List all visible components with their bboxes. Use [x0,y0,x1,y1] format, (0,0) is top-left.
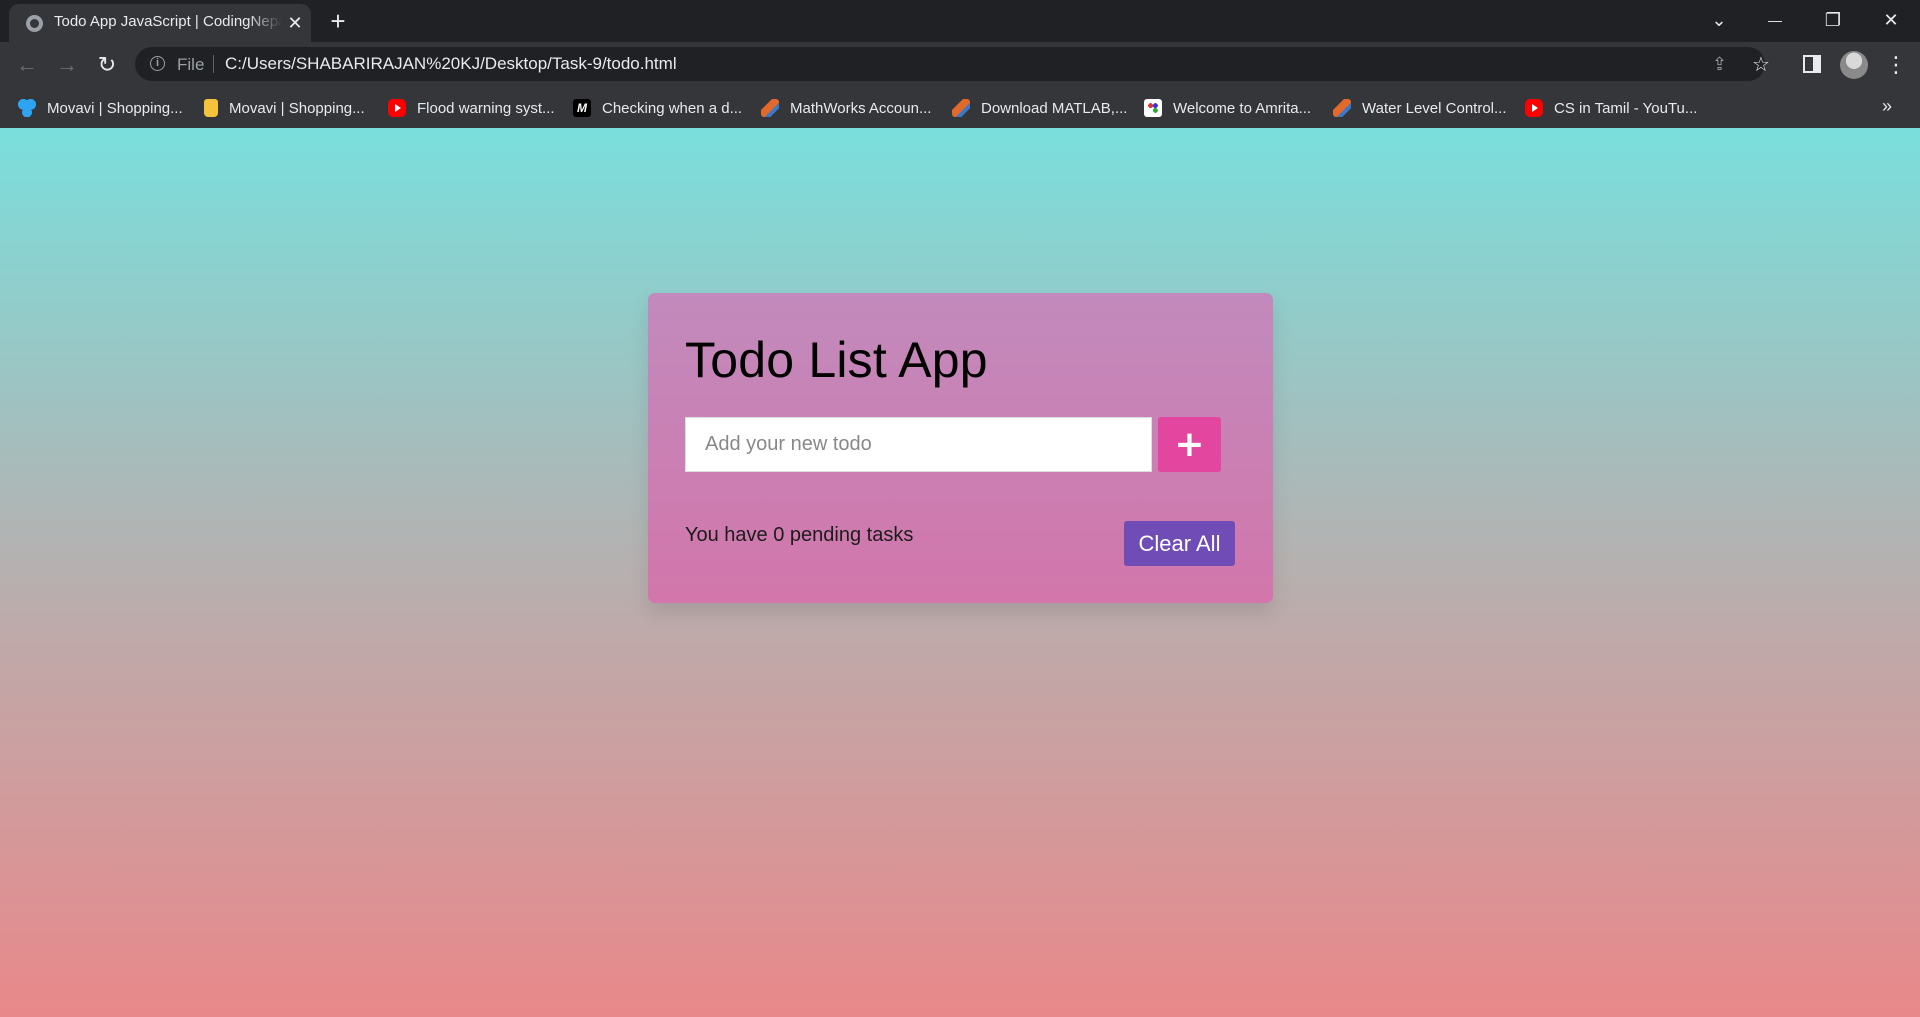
restore-button[interactable]: ❐ [1810,4,1856,36]
lock-icon [204,99,218,117]
profile-avatar[interactable] [1840,51,1868,79]
movavi-icon [18,99,36,117]
bookmark-item[interactable]: CS in Tamil - YouTu... [1525,96,1697,120]
browser-menu-icon[interactable]: ⋮ [1885,50,1907,80]
page-background: Todo List App + You have 0 pending tasks… [0,128,1920,1017]
matlab-icon [952,99,970,117]
minimize-button[interactable]: — [1752,4,1798,36]
bookmark-star-icon[interactable]: ☆ [1752,52,1770,77]
bookmark-label: CS in Tamil - YouTu... [1554,99,1698,117]
site-info-icon[interactable]: i [150,56,165,71]
youtube-icon [388,99,406,117]
back-button[interactable]: ← [12,50,42,80]
tab-title: Todo App JavaScript | CodingNepal [54,13,282,30]
close-window-button[interactable]: ✕ [1868,4,1914,36]
bookmark-label: Flood warning syst... [417,99,555,117]
reload-button[interactable]: ↻ [92,50,122,80]
bookmark-item[interactable]: Movavi | Shopping... [204,96,365,120]
tab-strip: Todo App JavaScript | CodingNepal ✕ + ⌄ … [0,0,1920,42]
bookmark-item[interactable]: M Checking when a d... [573,96,742,120]
browser-tab[interactable]: Todo App JavaScript | CodingNepal ✕ [9,4,311,42]
more-bookmarks-icon[interactable]: » [1882,96,1892,117]
bookmark-item[interactable]: Welcome to Amrita... [1144,96,1311,120]
app-title: Todo List App [685,332,988,388]
share-icon[interactable]: ⇪ [1712,54,1727,75]
bookmark-label: Checking when a d... [602,99,743,117]
bookmark-label: Movavi | Shopping... [229,99,365,117]
amrita-icon [1144,99,1162,117]
matlab-icon [761,99,779,117]
bookmark-label: Movavi | Shopping... [47,99,183,117]
address-divider [213,55,214,73]
new-tab-button[interactable]: + [325,8,351,34]
pending-tasks-text: You have 0 pending tasks [685,524,914,546]
add-todo-button[interactable]: + [1158,417,1221,472]
bookmark-item[interactable]: Water Level Control... [1333,96,1507,120]
bookmark-label: Download MATLAB,... [981,99,1128,117]
url-text[interactable]: C:/Users/SHABARIRAJAN%20KJ/Desktop/Task-… [225,54,677,74]
bookmarks-bar: Movavi | Shopping... Movavi | Shopping..… [0,88,1920,128]
browser-toolbar: ← → ↻ i File C:/Users/SHABARIRAJAN%20KJ/… [0,42,1920,88]
bookmark-item[interactable]: Download MATLAB,... [952,96,1127,120]
bookmark-item[interactable]: Movavi | Shopping... [18,96,183,120]
youtube-icon [1525,99,1543,117]
globe-icon [26,15,43,32]
tab-search-icon[interactable]: ⌄ [1696,4,1742,36]
forward-button[interactable]: → [52,50,82,80]
url-scheme-label: File [177,55,205,74]
todo-card: Todo List App + You have 0 pending tasks… [648,293,1273,603]
side-panel-icon[interactable] [1803,55,1821,73]
address-bar[interactable]: i File C:/Users/SHABARIRAJAN%20KJ/Deskto… [135,47,1770,81]
bookmark-item[interactable]: MathWorks Accoun... [761,96,931,120]
bookmark-label: MathWorks Accoun... [790,99,932,117]
todo-input[interactable] [685,417,1152,472]
bookmark-label: Welcome to Amrita... [1173,99,1312,117]
m-logo-icon: M [573,99,591,117]
bookmark-label: Water Level Control... [1362,99,1507,117]
bookmark-item[interactable]: Flood warning syst... [388,96,555,120]
tab-close-icon[interactable]: ✕ [285,13,305,33]
clear-all-button[interactable]: Clear All [1124,521,1235,566]
matlab-icon [1333,99,1351,117]
